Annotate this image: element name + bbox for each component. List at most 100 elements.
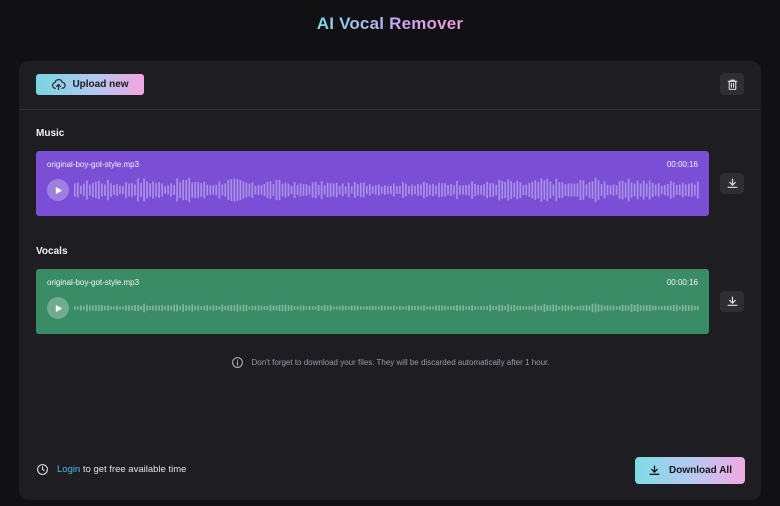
waveform-bar: [549, 181, 552, 199]
download-icon: [727, 178, 737, 188]
delete-button[interactable]: [720, 73, 744, 95]
waveform-bar: [329, 183, 332, 197]
waveform-bar: [459, 305, 461, 311]
waveform-bar: [603, 181, 606, 199]
waveform-bar: [471, 181, 473, 199]
login-link[interactable]: Login: [57, 464, 80, 475]
waveform-bar: [624, 182, 627, 198]
waveform-bar: [441, 183, 443, 197]
music-waveform[interactable]: [74, 175, 700, 205]
waveform-bar: [555, 178, 558, 202]
waveform-bar: [507, 179, 510, 201]
waveform-bar: [696, 305, 699, 311]
waveform-bar: [278, 305, 281, 311]
music-track: original-boy-got-style.mp3 00:00:16: [36, 151, 709, 216]
waveform-bar: [332, 183, 335, 197]
waveform-bar: [474, 183, 476, 197]
vocals-play-button[interactable]: [47, 297, 69, 319]
waveform-bar: [191, 182, 194, 198]
waveform-bar: [456, 180, 458, 200]
waveform-bar: [459, 185, 461, 195]
waveform-bar: [618, 305, 621, 311]
music-play-button[interactable]: [47, 179, 69, 201]
waveform-bar: [86, 304, 88, 312]
download-all-button[interactable]: Download All: [635, 457, 745, 484]
waveform-bar: [269, 304, 272, 312]
waveform-bar: [119, 185, 121, 195]
waveform-bar: [290, 305, 293, 311]
waveform-bar: [131, 183, 133, 197]
music-download-button[interactable]: [720, 173, 744, 194]
vocals-download-button[interactable]: [720, 291, 744, 312]
waveform-bar: [224, 183, 227, 197]
waveform-bar: [465, 306, 467, 310]
waveform-bar: [236, 179, 239, 201]
waveform-bar: [468, 184, 470, 196]
waveform-bar: [684, 184, 687, 196]
waveform-bar: [417, 184, 419, 196]
waveform-bar: [197, 182, 200, 198]
waveform-bar: [519, 182, 522, 198]
waveform-bar: [435, 305, 437, 311]
waveform-bar: [645, 183, 648, 197]
waveform-bar: [248, 183, 251, 197]
waveform-bar: [600, 304, 603, 312]
waveform-bar: [314, 181, 317, 199]
waveform-bar: [645, 305, 648, 311]
waveform-bar: [543, 180, 546, 200]
waveform-bar: [251, 305, 254, 311]
waveform-bar: [576, 306, 579, 310]
waveform-bar: [513, 304, 516, 312]
waveform-bar: [411, 305, 413, 311]
vocals-waveform[interactable]: [74, 293, 700, 323]
waveform-bar: [630, 304, 633, 312]
waveform-bar: [471, 305, 473, 311]
waveform-bar: [284, 304, 287, 312]
waveform-bar: [179, 182, 181, 198]
waveform-bar: [347, 306, 350, 310]
waveform-bar: [203, 181, 206, 199]
download-icon: [727, 296, 737, 306]
waveform-bar: [630, 182, 633, 198]
waveform-bar: [696, 181, 699, 199]
waveform-bar: [687, 183, 690, 197]
waveform-bar: [296, 184, 299, 196]
waveform-bar: [450, 184, 452, 196]
waveform-bar: [609, 185, 612, 195]
waveform-bar: [456, 305, 458, 311]
waveform-bar: [176, 304, 178, 312]
waveform-bar: [308, 185, 311, 195]
waveform-bar: [122, 185, 124, 195]
waveform-bar: [498, 179, 501, 201]
waveform-bar: [128, 183, 130, 197]
waveform-bar: [269, 181, 272, 199]
waveform-bar: [429, 306, 431, 310]
waveform-bar: [675, 304, 678, 312]
waveform-bar: [245, 182, 248, 198]
waveform-bar: [245, 304, 248, 312]
waveform-bar: [104, 306, 106, 310]
waveform-bar: [603, 305, 606, 311]
waveform-bar: [648, 304, 651, 312]
waveform-bar: [489, 304, 491, 312]
waveform-bar: [615, 306, 618, 310]
waveform-bar: [393, 305, 395, 311]
waveform-bar: [77, 182, 79, 198]
waveform-bar: [636, 180, 639, 200]
upload-new-button[interactable]: Upload new: [36, 74, 144, 95]
waveform-bar: [435, 185, 437, 195]
waveform-bar: [684, 305, 687, 311]
waveform-bar: [188, 177, 191, 203]
waveform-bar: [561, 305, 564, 311]
waveform-bar: [615, 185, 618, 195]
waveform-bar: [387, 185, 389, 195]
waveform-bar: [528, 182, 531, 197]
waveform-bar: [633, 304, 636, 312]
upload-new-label: Upload new: [72, 79, 129, 90]
waveform-bar: [651, 182, 654, 198]
waveform-bar: [194, 182, 197, 198]
waveform-bar: [383, 185, 386, 195]
waveform-bar: [639, 305, 642, 311]
waveform-bar: [540, 178, 543, 202]
vocals-filename: original-boy-got-style.mp3: [47, 278, 140, 287]
